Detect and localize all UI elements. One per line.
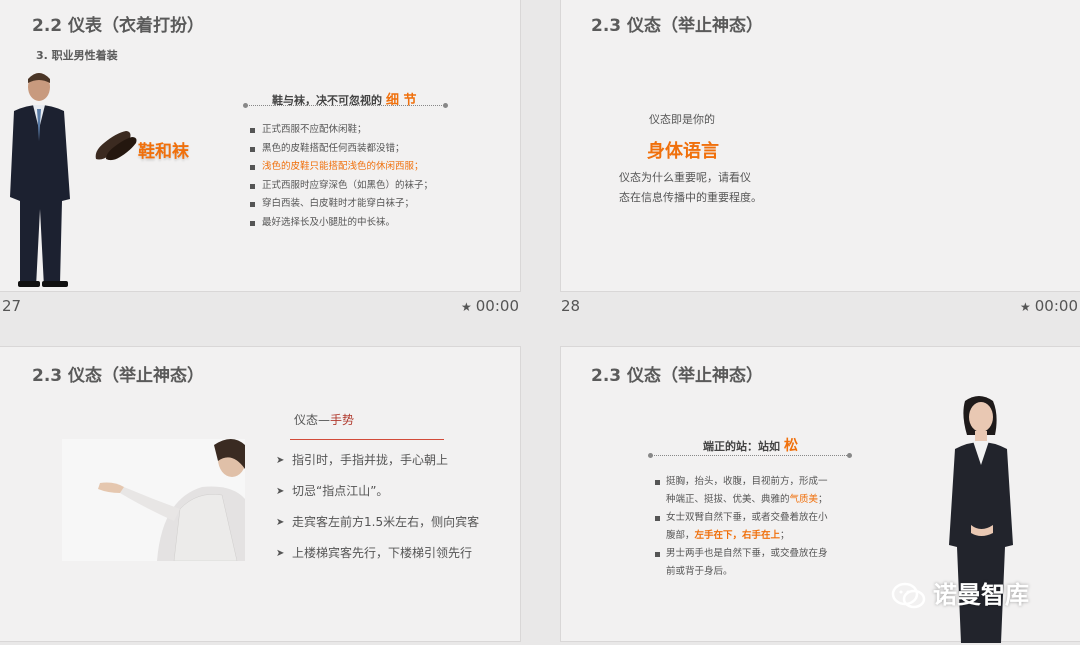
slide-30[interactable]: 2.3 仪态（举止神态） 端正的站：站如松 挺胸，抬头，收腹，目视前方，形成一种… [560,346,1080,643]
gesture-list: 指引时，手指并拢，手心朝上 切忌“指点江山”。 走宾客左前方1.5米左右，侧向宾… [276,445,479,569]
gesture-photo [62,439,245,561]
star-icon: ★ [461,300,472,314]
wechat-icon [891,582,926,609]
slide-title: 2.2 仪表（衣着打扮） [32,16,205,36]
watermark-text: 诺曼智库 [933,581,1029,609]
slide-number: 28 [561,297,581,315]
dotted-divider [246,105,446,106]
heading-highlight: 松 [784,438,798,454]
text-line: 仪态为什么重要呢，请看仪 [619,171,751,184]
list-item: 走宾客左前方1.5米左右，侧向宾客 [276,507,479,538]
businessman-image [10,73,70,287]
list-item: 黑色的皮鞋搭配任何西装都没错； [250,140,433,159]
standing-bullet-list: 挺胸，抬头，收腹，目视前方，形成一 种端正、挺拔、优美、典雅的气质美； 女士双臂自… [655,473,845,581]
dotted-divider [651,455,849,456]
timer-text: 00:00 [1034,297,1078,315]
slide-27[interactable]: 2.2 仪表（衣着打扮） 3. 职业男性着装 鞋和袜 鞋与袜，决不可忽视的细 节… [0,0,521,292]
list-item: 正式西服时应穿深色（如黑色）的袜子； [250,177,433,196]
heading-text: 仪态— [294,413,331,427]
slide-subtitle: 3. 职业男性着装 [36,49,118,62]
list-item: 穿白西装、白皮鞋时才能穿白袜子； [250,195,433,214]
list-item: 切忌“指点江山”。 [276,476,479,507]
heading-highlight: 手势 [330,413,355,427]
list-item: 男士两手也是自然下垂，或交叠放在身 前或背于身后。 [655,545,845,581]
list-item: 指引时，手指并拢，手心朝上 [276,445,479,476]
watermark-logo: 诺曼智库 [891,575,1029,611]
divider-dot [847,453,852,458]
slide-title: 2.3 仪态（举止神态） [591,16,764,36]
text-line: 态在信息传播中的重要程度。 [619,191,762,204]
shoes-socks-label: 鞋和袜 [138,142,189,162]
list-item: 挺胸，抬头，收腹，目视前方，形成一 种端正、挺拔、优美、典雅的气质美； [655,473,845,509]
list-item: 正式西服不应配休闲鞋； [250,121,433,140]
slide-28[interactable]: 2.3 仪态（举止神态） 仪态即是你的 身体语言 仪态为什么重要呢，请看仪 态在… [560,0,1080,292]
slide-title: 2.3 仪态（举止神态） [32,366,205,386]
text-line: 仪态即是你的 [649,113,715,126]
section-heading: 仪态—手势 [294,411,354,428]
heading-text: 端正的站：站如 [703,440,780,453]
slide-title: 2.3 仪态（举止神态） [591,366,764,386]
shoes-icon [95,131,137,161]
slide-29[interactable]: 2.3 仪态（举止神态） 仪态—手势 指引时，手指并拢，手心朝上 切忌“指点江山… [0,346,521,642]
shoes-bullet-list: 正式西服不应配休闲鞋； 黑色的皮鞋搭配任何西装都没错； 浅色的皮鞋只能搭配浅色的… [250,121,433,233]
section-heading: 端正的站：站如松 [703,435,798,455]
slide-timer[interactable]: ★ 00:00 [461,297,519,315]
timer-text: 00:00 [475,297,519,315]
emphasis-text: 身体语言 [647,141,719,162]
list-item: 最好选择长及小腿肚的中长袜。 [250,214,433,233]
list-item: 浅色的皮鞋只能搭配浅色的休闲西服； [250,158,433,177]
star-icon: ★ [1020,300,1031,314]
list-item: 女士双臂自然下垂，或者交叠着放在小 腹部，左手在下，右手在上； [655,509,845,545]
red-divider [290,439,444,440]
slide-number: 27 [2,297,22,315]
divider-dot [443,103,448,108]
list-item: 上楼梯宾客先行，下楼梯引领先行 [276,538,479,569]
slide-timer[interactable]: ★ 00:00 [1020,297,1078,315]
